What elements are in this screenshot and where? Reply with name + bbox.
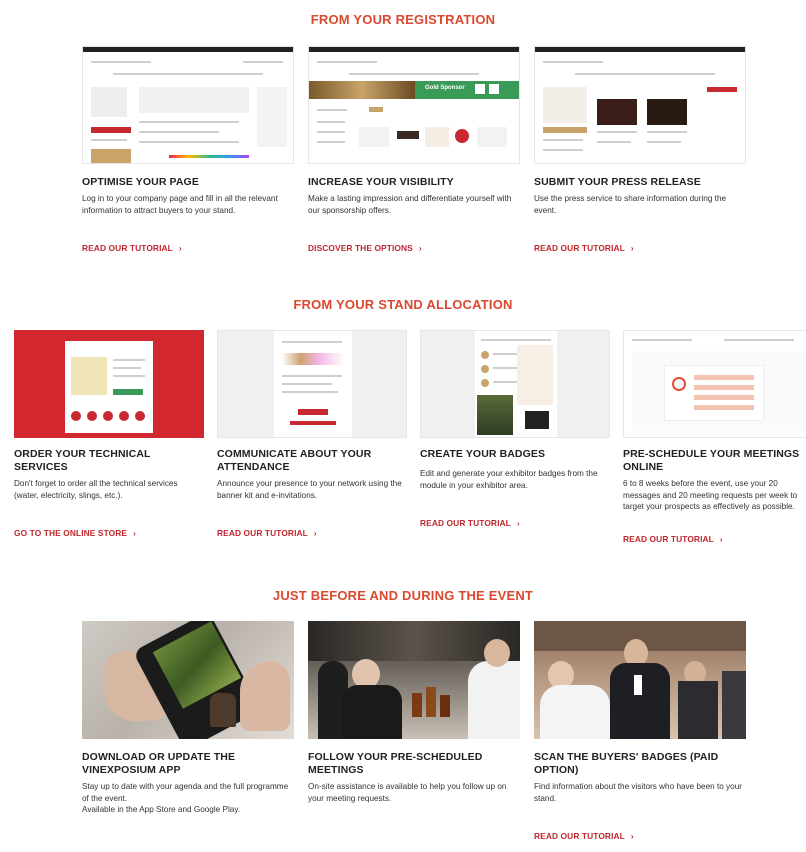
discover-options-link[interactable]: DISCOVER THE OPTIONS › xyxy=(308,243,422,253)
card-description-availability: Available in the App Store and Google Pl… xyxy=(82,805,241,814)
link-label: READ OUR TUTORIAL xyxy=(623,533,714,544)
read-tutorial-link[interactable]: READ OUR TUTORIAL › xyxy=(420,518,520,528)
card-press-release: SUBMIT YOUR PRESS RELEASE Use the press … xyxy=(534,46,746,256)
card-optimise-page: OPTIMISE YOUR PAGE Log in to your compan… xyxy=(82,46,294,256)
card-technical-services: ORDER YOUR TECHNICAL SERVICES Don't forg… xyxy=(14,330,204,541)
read-tutorial-link[interactable]: READ OUR TUTORIAL › xyxy=(82,243,182,253)
card-description: Use the press service to share informati… xyxy=(534,194,727,215)
card-title: ORDER YOUR TECHNICAL SERVICES xyxy=(14,448,151,473)
read-tutorial-link[interactable]: READ OUR TUTORIAL › xyxy=(623,534,723,544)
card-pre-schedule-meetings: PRE-SCHEDULE YOUR MEETINGS ONLINE 6 to 8… xyxy=(623,330,806,547)
online-store-link[interactable]: GO TO THE ONLINE STORE › xyxy=(14,528,136,538)
section-title-stand-allocation: FROM YOUR STAND ALLOCATION xyxy=(293,297,513,312)
link-label: READ OUR TUTORIAL xyxy=(534,243,625,253)
card-description: Announce your presence to your network u… xyxy=(217,479,402,500)
card-description: Find information about the visitors who … xyxy=(534,782,742,803)
chevron-right-icon: › xyxy=(630,244,634,253)
card-title: OPTIMISE YOUR PAGE xyxy=(82,176,199,188)
sponsor-banner-text: Gold Sponsor xyxy=(425,85,465,91)
section-title-registration: FROM YOUR REGISTRATION xyxy=(310,12,496,27)
section-title-during-event: JUST BEFORE AND DURING THE EVENT xyxy=(272,588,534,603)
card-title: SUBMIT YOUR PRESS RELEASE xyxy=(534,176,701,188)
card-description: Stay up to date with your agenda and the… xyxy=(82,782,289,803)
link-label: DISCOVER THE OPTIONS xyxy=(308,243,413,253)
card-description: Log in to your company page and fill in … xyxy=(82,194,278,215)
card-scan-badges: SCAN THE BUYERS' BADGES (PAID OPTION) Fi… xyxy=(534,621,746,844)
card-create-badges: CREATE YOUR BADGES Edit and generate you… xyxy=(420,330,610,531)
chevron-right-icon: › xyxy=(719,534,723,544)
app-photo xyxy=(82,621,294,739)
card-description: Edit and generate your exhibitor badges … xyxy=(420,469,598,490)
chevron-right-icon: › xyxy=(516,519,520,528)
technical-services-screenshot xyxy=(14,330,204,438)
read-tutorial-link[interactable]: READ OUR TUTORIAL › xyxy=(217,528,317,538)
increase-visibility-screenshot: Gold Sponsor xyxy=(308,46,520,164)
card-description: Make a lasting impression and differenti… xyxy=(308,194,512,215)
optimise-page-screenshot xyxy=(82,46,294,164)
card-description: Don't forget to order all the technical … xyxy=(14,479,178,500)
link-label: READ OUR TUTORIAL xyxy=(82,243,173,253)
link-label: READ OUR TUTORIAL xyxy=(217,528,308,538)
link-label: READ OUR TUTORIAL xyxy=(420,518,511,528)
card-follow-meetings: FOLLOW YOUR PRE-SCHEDULED MEETINGS On-si… xyxy=(308,621,520,804)
communicate-attendance-screenshot xyxy=(217,330,407,438)
card-title: SCAN THE BUYERS' BADGES (PAID OPTION) xyxy=(534,751,719,776)
scan-badges-photo xyxy=(534,621,746,739)
meetings-photo xyxy=(308,621,520,739)
card-increase-visibility: Gold Sponsor INCREASE YOUR VISIBILITY Ma… xyxy=(308,46,520,256)
card-description: 6 to 8 weeks before the event, use your … xyxy=(623,479,798,511)
link-label: GO TO THE ONLINE STORE xyxy=(14,528,128,538)
card-communicate-attendance: COMMUNICATE ABOUT YOUR ATTENDANCE Announ… xyxy=(217,330,407,541)
chevron-right-icon: › xyxy=(418,244,422,253)
card-title: DOWNLOAD OR UPDATE THE VINEXPOSIUM APP xyxy=(82,751,236,776)
card-title: FOLLOW YOUR PRE-SCHEDULED MEETINGS xyxy=(308,751,483,776)
chevron-right-icon: › xyxy=(630,832,634,841)
create-badges-screenshot xyxy=(420,330,610,438)
read-tutorial-link[interactable]: READ OUR TUTORIAL › xyxy=(534,831,634,841)
card-title: PRE-SCHEDULE YOUR MEETINGS ONLINE xyxy=(623,448,800,473)
chevron-right-icon: › xyxy=(133,529,136,538)
card-download-app: DOWNLOAD OR UPDATE THE VINEXPOSIUM APP S… xyxy=(82,621,294,816)
card-title: CREATE YOUR BADGES xyxy=(420,448,546,460)
card-description: On-site assistance is available to help … xyxy=(308,782,507,803)
read-tutorial-link[interactable]: READ OUR TUTORIAL › xyxy=(534,243,634,253)
card-title: COMMUNICATE ABOUT YOUR ATTENDANCE xyxy=(217,448,372,473)
chevron-right-icon: › xyxy=(178,244,182,253)
chevron-right-icon: › xyxy=(313,529,317,538)
link-label: READ OUR TUTORIAL xyxy=(534,831,625,841)
pre-schedule-meetings-screenshot xyxy=(623,330,806,438)
press-release-screenshot xyxy=(534,46,746,164)
card-title: INCREASE YOUR VISIBILITY xyxy=(308,176,454,188)
